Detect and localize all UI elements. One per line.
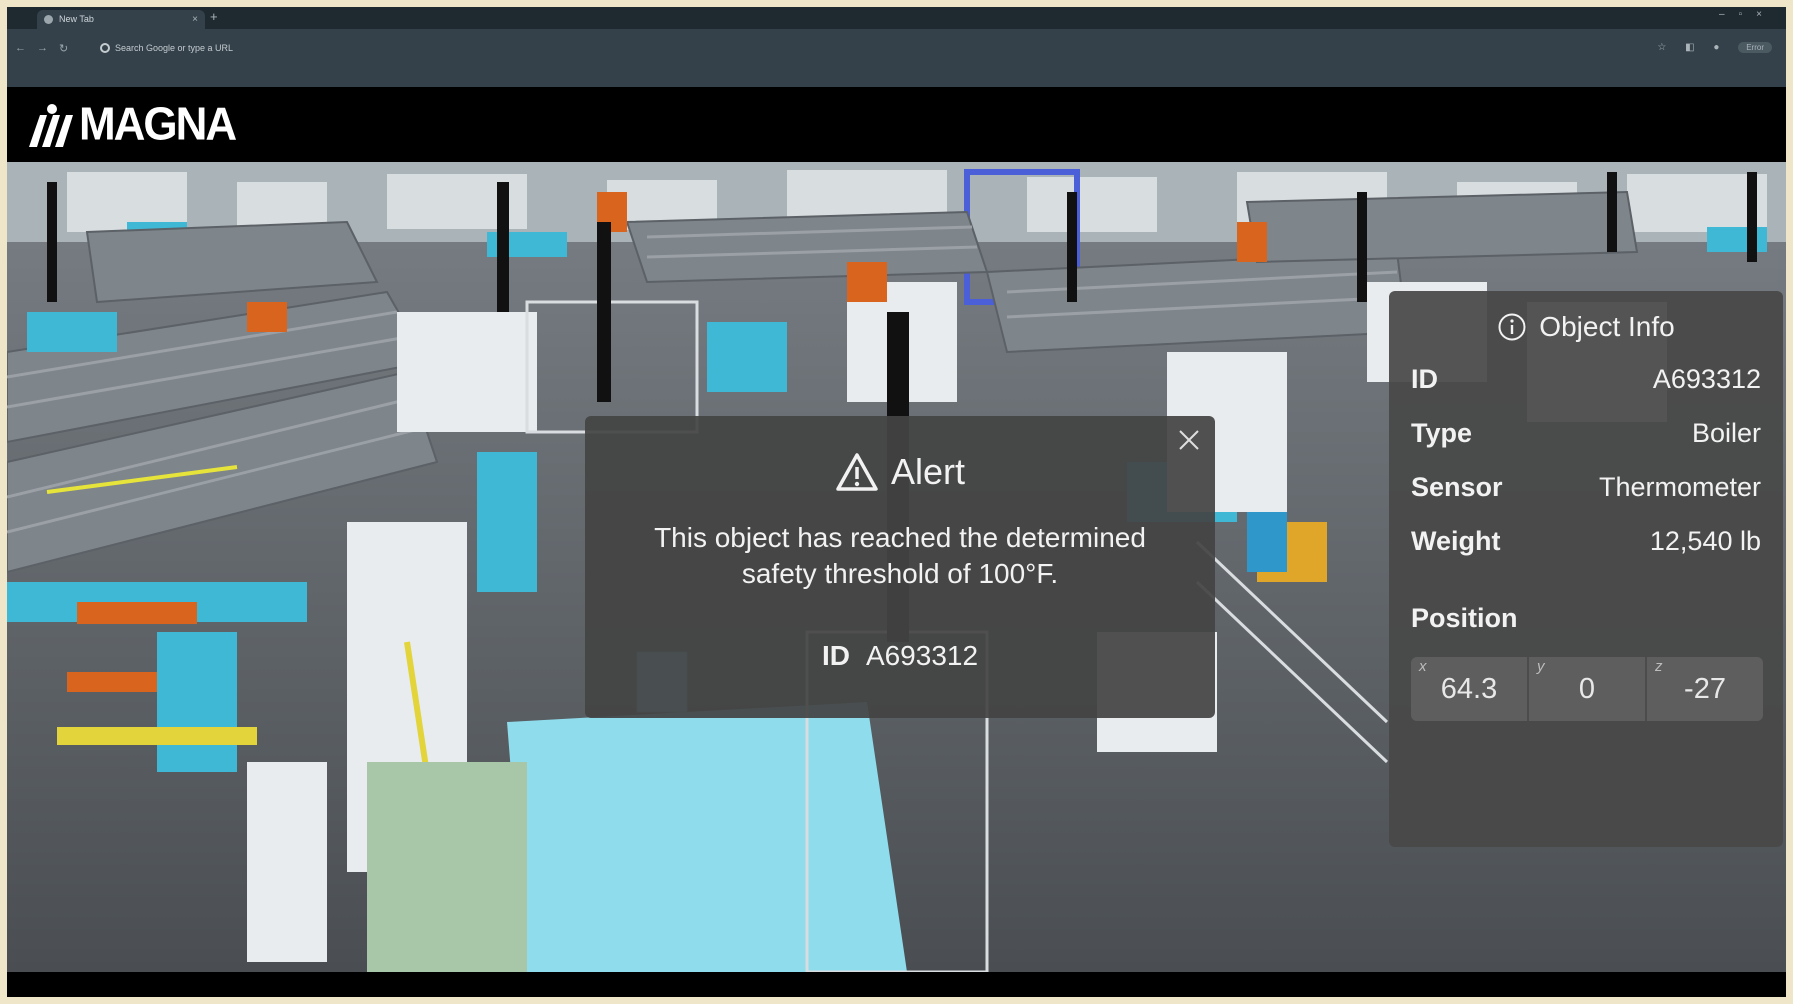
browser-toolbar: ← → ↻ Search Google or type a URL ☆ ◧ ● … — [7, 29, 1786, 87]
position-y-value: 0 — [1578, 673, 1596, 705]
info-label: ID — [1411, 364, 1438, 394]
axis-label: y — [1537, 658, 1545, 675]
info-row-id: ID A693312 — [1411, 361, 1761, 397]
position-z-value: -27 — [1684, 673, 1726, 705]
info-icon — [1498, 313, 1526, 341]
alert-id-value: A693312 — [865, 640, 979, 671]
profile-error-badge[interactable]: Error — [1738, 42, 1772, 53]
side-panel-icon[interactable]: ◧ — [1685, 42, 1694, 53]
tab-title: New Tab — [59, 14, 94, 24]
position-z-field[interactable]: z -27 — [1645, 657, 1763, 721]
info-row-sensor: Sensor Thermometer — [1411, 469, 1761, 505]
bookmark-star-icon[interactable]: ☆ — [1657, 42, 1666, 53]
position-x-value: 64.3 — [1440, 673, 1498, 705]
logo-text: MAGNA — [79, 98, 237, 151]
browser-tab[interactable]: New Tab × — [37, 10, 205, 29]
info-label: Sensor — [1411, 472, 1503, 502]
info-label: Type — [1411, 418, 1473, 448]
alert-message: This object has reached the determined s… — [654, 522, 1146, 589]
window-controls[interactable]: –▫× — [1719, 9, 1776, 20]
object-info-panel: Object Info ID A693312 Type Boiler Senso… — [1389, 291, 1783, 847]
toolbar-actions: ☆ ◧ ● Error — [1641, 42, 1772, 53]
tab-close-icon[interactable]: × — [192, 10, 198, 29]
address-bar[interactable]: Search Google or type a URL — [95, 39, 1745, 57]
close-icon[interactable] — [1177, 428, 1201, 452]
info-value: Thermometer — [1598, 472, 1761, 502]
position-x-field[interactable]: x 64.3 — [1411, 657, 1527, 721]
axis-label: x — [1419, 658, 1427, 675]
magna-logo-icon — [29, 104, 73, 147]
object-info-title: Object Info — [1539, 311, 1675, 342]
position-fields: x 64.3 y 0 z -27 — [1411, 657, 1763, 721]
info-value: 12,540 lb — [1649, 526, 1761, 556]
info-label: Weight — [1411, 526, 1501, 556]
object-info-header: Object Info — [1389, 307, 1783, 347]
google-icon — [100, 43, 110, 53]
reload-icon[interactable]: ↻ — [59, 42, 68, 55]
alert-title: Alert — [890, 451, 966, 492]
info-row-weight: Weight 12,540 lb — [1411, 523, 1761, 559]
alert-id-label: ID — [821, 640, 850, 671]
tab-favicon-icon — [44, 15, 53, 24]
alert-header: Alert — [585, 450, 1215, 494]
forward-icon[interactable]: → — [37, 42, 48, 54]
info-value: Boiler — [1691, 418, 1761, 448]
info-row-type: Type Boiler — [1411, 415, 1761, 451]
new-tab-icon[interactable]: + — [210, 9, 218, 24]
browser-tab-strip: New Tab × + –▫× — [7, 7, 1786, 29]
address-placeholder: Search Google or type a URL — [115, 43, 234, 53]
alert-dialog: Alert This object has reached the determ… — [585, 416, 1215, 718]
axis-label: z — [1655, 658, 1663, 675]
position-y-field[interactable]: y 0 — [1527, 657, 1645, 721]
magna-logo: MAGNA — [25, 98, 237, 151]
back-icon[interactable]: ← — [15, 42, 26, 54]
app-header: MAGNA — [7, 87, 1786, 162]
alert-object-id: ID A693312 — [585, 640, 1215, 672]
warning-icon — [836, 453, 878, 491]
info-value: A693312 — [1652, 364, 1761, 394]
screen-frame: New Tab × + –▫× ← → ↻ Search Google or t… — [7, 7, 1786, 997]
position-label: Position — [1411, 603, 1518, 633]
bottom-bar — [7, 972, 1786, 997]
profile-icon[interactable]: ● — [1713, 42, 1719, 53]
